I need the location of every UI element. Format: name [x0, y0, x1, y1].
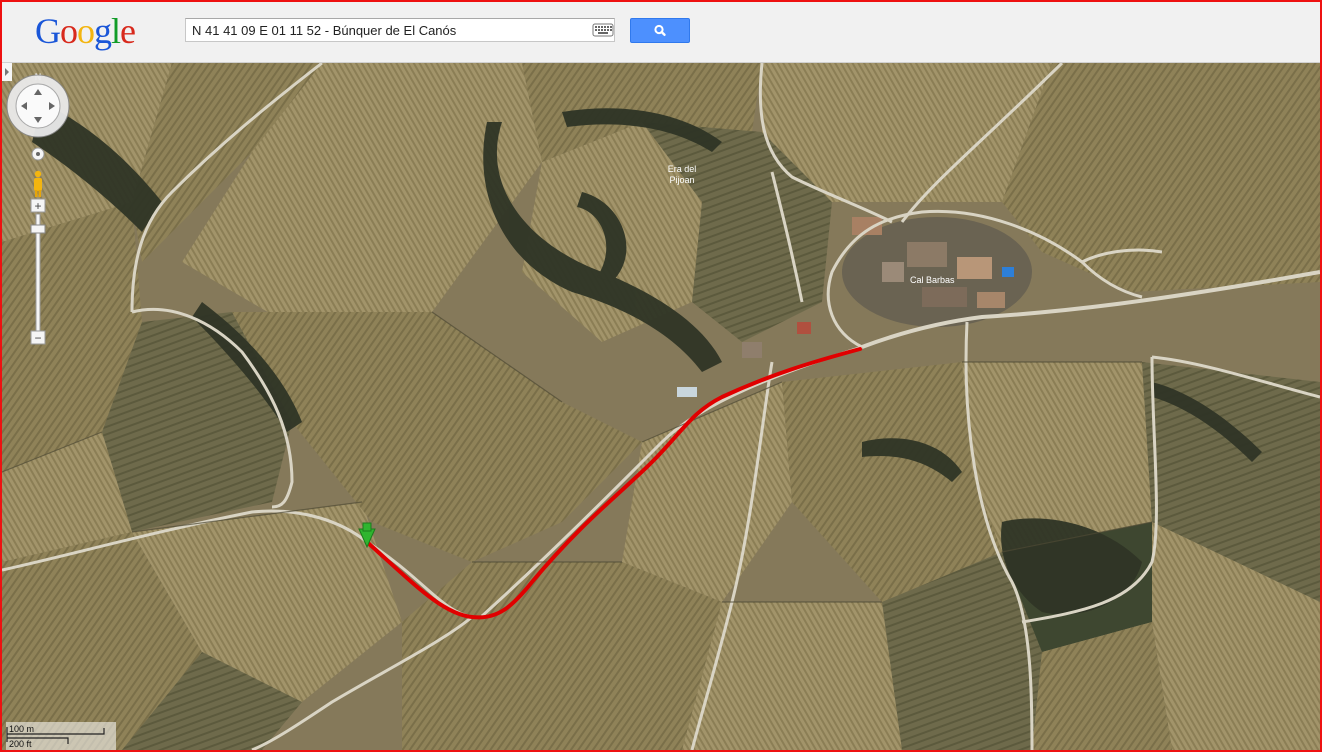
scale-metric: 100 m [9, 724, 34, 734]
top-bar: Google N 41 41 09 E 01 11 52 - Búnquer d… [2, 2, 1320, 63]
label-era-line1: Era del [668, 164, 697, 174]
search-button[interactable] [630, 18, 690, 43]
svg-text:+: + [34, 199, 41, 213]
google-logo[interactable]: Google [35, 10, 136, 52]
map-window: Google N 41 41 09 E 01 11 52 - Búnquer d… [0, 0, 1322, 752]
reset-view-button[interactable] [31, 147, 45, 161]
map-controls: N + − [6, 72, 70, 345]
label-era-line2: Pijoan [669, 175, 694, 185]
scale-bar: 100 m 200 ft [6, 722, 116, 750]
zoom-slider-handle[interactable] [30, 224, 46, 234]
zoom-out-button[interactable]: − [30, 330, 46, 345]
pegman-icon[interactable] [34, 170, 42, 197]
svg-text:−: − [34, 331, 41, 345]
label-cal-barbas: Cal Barbas [910, 275, 955, 285]
keyboard-icon[interactable] [592, 21, 614, 39]
satellite-map[interactable]: Era del Pijoan Cal Barbas [2, 63, 1320, 750]
magnifier-icon [654, 24, 666, 37]
pan-control[interactable] [6, 74, 70, 138]
zoom-in-button[interactable]: + [30, 198, 46, 213]
scale-imperial: 200 ft [9, 739, 32, 749]
search-input[interactable]: N 41 41 09 E 01 11 52 - Búnquer de El Ca… [185, 18, 615, 42]
